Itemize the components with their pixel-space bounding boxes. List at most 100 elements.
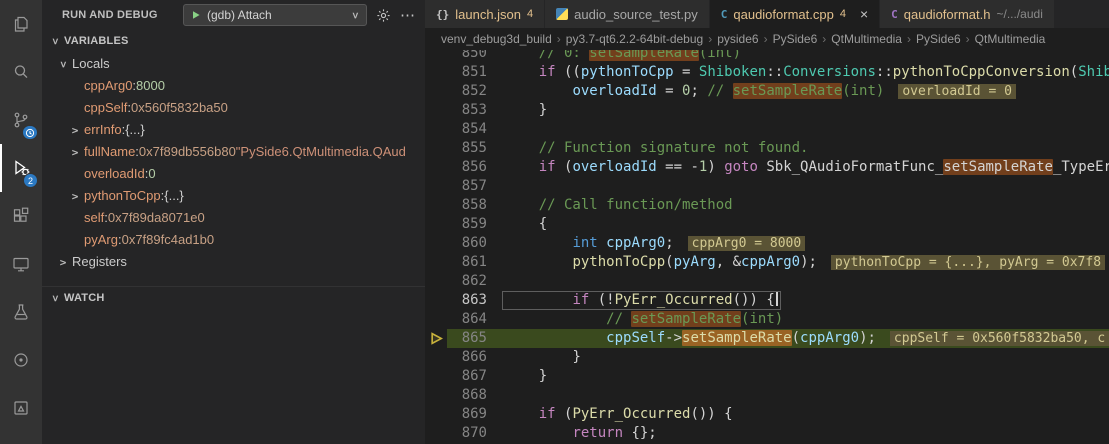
line-number[interactable]: 865 [447, 329, 487, 348]
registers-group[interactable]: >Registers [42, 250, 425, 272]
glyph-margin[interactable] [425, 234, 447, 253]
activity-bar-tool-box[interactable] [0, 384, 42, 432]
code-line-852[interactable]: 852 overloadId = 0; // setSampleRate(int… [425, 82, 1109, 101]
glyph-margin[interactable] [425, 82, 447, 101]
tab-qaudioformat.cpp[interactable]: Cqaudioformat.cpp4× [710, 0, 880, 28]
activity-bar-extensions[interactable] [0, 192, 42, 240]
activity-bar-run-debug[interactable]: 2 [0, 144, 42, 192]
chevron-right-icon[interactable]: > [72, 124, 79, 137]
debug-config-dropdown[interactable]: (gdb) Attach > [183, 4, 367, 26]
variable-pythonToCpp[interactable]: >pythonToCpp: {...} [42, 184, 425, 206]
line-number[interactable]: 859 [447, 215, 487, 234]
code-line-864[interactable]: 864 // setSampleRate(int) [425, 310, 1109, 329]
line-number[interactable]: 857 [447, 177, 487, 196]
glyph-margin[interactable] [425, 405, 447, 424]
debug-settings-button[interactable] [376, 8, 391, 23]
activity-bar-explorer[interactable] [0, 0, 42, 48]
code-editor[interactable]: 850 // 0: setSampleRate(int)851 if ((pyt… [425, 50, 1109, 444]
code-line-854[interactable]: 854 [425, 120, 1109, 139]
code-line-855[interactable]: 855 // Function signature not found. [425, 139, 1109, 158]
activity-bar-remote-explorer[interactable] [0, 240, 42, 288]
variable-errInfo[interactable]: >errInfo: {...} [42, 118, 425, 140]
code-line-869[interactable]: 869 if (PyErr_Occurred()) { [425, 405, 1109, 424]
variables-section-header[interactable]: > VARIABLES [42, 30, 425, 52]
variable-cppSelf[interactable]: cppSelf: 0x560f5832ba50 [42, 96, 425, 118]
line-number[interactable]: 852 [447, 82, 487, 101]
breadcrumb-item[interactable]: py3.7-qt6.2.2-64bit-debug [566, 32, 703, 46]
tab-audio_source_test.py[interactable]: audio_source_test.py [545, 0, 710, 28]
code-line-853[interactable]: 853 } [425, 101, 1109, 120]
activity-bar-source-control[interactable] [0, 96, 42, 144]
activity-bar-tool-circle[interactable] [0, 336, 42, 384]
code-line-850[interactable]: 850 // 0: setSampleRate(int) [425, 50, 1109, 63]
glyph-margin[interactable] [425, 424, 447, 443]
tab-qaudioformat.h[interactable]: Cqaudioformat.h~/.../audi [880, 0, 1055, 28]
variable-pyArg[interactable]: pyArg: 0x7f89fc4ad1b0 [42, 228, 425, 250]
line-number[interactable]: 863 [447, 291, 487, 310]
glyph-margin[interactable] [425, 386, 447, 405]
chevron-right-icon[interactable]: > [60, 256, 67, 269]
line-number[interactable]: 864 [447, 310, 487, 329]
code-line-851[interactable]: 851 if ((pythonToCpp = Shiboken::Convers… [425, 63, 1109, 82]
glyph-margin[interactable] [425, 50, 447, 63]
variable-fullName[interactable]: >fullName: 0x7f89db556b80 "PySide6.QtMul… [42, 140, 425, 162]
code-line-861[interactable]: 861 pythonToCpp(pyArg, &cppArg0);pythonT… [425, 253, 1109, 272]
glyph-margin[interactable] [425, 291, 447, 310]
activity-bar-testing[interactable] [0, 288, 42, 336]
code-line-867[interactable]: 867 } [425, 367, 1109, 386]
line-number[interactable]: 870 [447, 424, 487, 443]
code-line-868[interactable]: 868 [425, 386, 1109, 405]
more-actions-button[interactable]: ⋯ [400, 8, 415, 23]
glyph-margin[interactable] [425, 196, 447, 215]
code-line-860[interactable]: 860 int cppArg0;cppArg0 = 8000 [425, 234, 1109, 253]
chevron-down-icon[interactable]: > [57, 61, 70, 68]
line-number[interactable]: 860 [447, 234, 487, 253]
variable-cppArg0[interactable]: cppArg0: 8000 [42, 74, 425, 96]
glyph-margin[interactable] [425, 101, 447, 120]
code-line-856[interactable]: 856 if (overloadId == -1) goto Sbk_QAudi… [425, 158, 1109, 177]
glyph-margin[interactable] [425, 177, 447, 196]
glyph-margin[interactable] [425, 310, 447, 329]
line-number[interactable]: 866 [447, 348, 487, 367]
line-number[interactable]: 855 [447, 139, 487, 158]
line-number[interactable]: 851 [447, 63, 487, 82]
glyph-margin[interactable] [425, 63, 447, 82]
line-number[interactable]: 854 [447, 120, 487, 139]
line-number[interactable]: 853 [447, 101, 487, 120]
glyph-margin[interactable] [425, 272, 447, 291]
code-line-870[interactable]: 870 return {}; [425, 424, 1109, 443]
code-line-865[interactable]: 865 cppSelf->setSampleRate(cppArg0);cppS… [425, 329, 1109, 348]
line-number[interactable]: 862 [447, 272, 487, 291]
breadcrumb-item[interactable]: PySide6 [916, 32, 961, 46]
variable-self[interactable]: self: 0x7f89da8071e0 [42, 206, 425, 228]
chevron-right-icon[interactable]: > [72, 146, 79, 159]
code-line-863[interactable]: 863 if (!PyErr_Occurred()) { [425, 291, 1109, 310]
glyph-margin[interactable] [425, 329, 447, 348]
glyph-margin[interactable] [425, 120, 447, 139]
line-number[interactable]: 861 [447, 253, 487, 272]
breadcrumb-item[interactable]: QtMultimedia [975, 32, 1046, 46]
breadcrumb-item[interactable]: pyside6 [717, 32, 758, 46]
code-line-858[interactable]: 858 // Call function/method [425, 196, 1109, 215]
glyph-margin[interactable] [425, 215, 447, 234]
breadcrumb-item[interactable]: venv_debug3d_build [441, 32, 552, 46]
glyph-margin[interactable] [425, 348, 447, 367]
code-line-859[interactable]: 859 { [425, 215, 1109, 234]
code-line-866[interactable]: 866 } [425, 348, 1109, 367]
line-number[interactable]: 856 [447, 158, 487, 177]
line-number[interactable]: 869 [447, 405, 487, 424]
variable-overloadId[interactable]: overloadId: 0 [42, 162, 425, 184]
line-number[interactable]: 868 [447, 386, 487, 405]
tab-launch.json[interactable]: {}launch.json4 [425, 0, 545, 28]
locals-group[interactable]: >Locals [42, 52, 425, 74]
glyph-margin[interactable] [425, 367, 447, 386]
code-line-857[interactable]: 857 [425, 177, 1109, 196]
glyph-margin[interactable] [425, 139, 447, 158]
close-icon[interactable]: × [860, 6, 868, 22]
line-number[interactable]: 858 [447, 196, 487, 215]
breadcrumb-item[interactable]: PySide6 [773, 32, 818, 46]
line-number[interactable]: 867 [447, 367, 487, 386]
line-number[interactable]: 850 [447, 50, 487, 63]
glyph-margin[interactable] [425, 253, 447, 272]
code-line-862[interactable]: 862 [425, 272, 1109, 291]
